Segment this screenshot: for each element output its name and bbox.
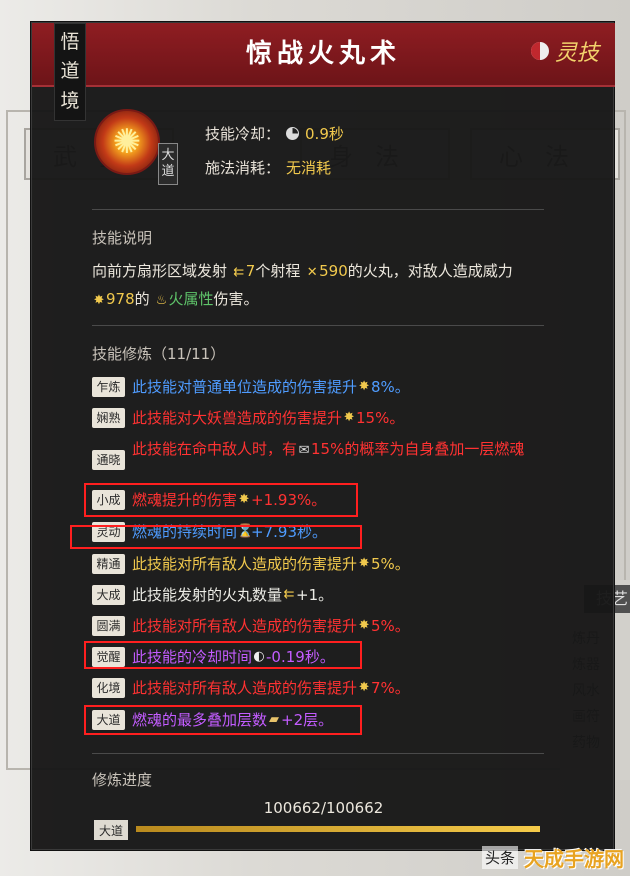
mod-tag: 精通 (92, 554, 125, 574)
highlight-box (84, 641, 362, 669)
power-icon: ✸ (358, 618, 370, 633)
scroll-icon: ✉ (298, 443, 310, 458)
progress-text: 100662/100662 (263, 799, 384, 817)
mod-text-wrap: 此技能在命中敌人时，有 ✉ 15%的概率为自身叠加一层燃魂 (132, 438, 524, 462)
cooldown-row: 技能冷却： 0.9秒 (205, 123, 344, 144)
desc-text: 个射程 (255, 262, 301, 280)
divider (92, 325, 544, 326)
realm-char: 悟 (60, 31, 80, 54)
mod-row: 圆满 此技能对所有敌人造成的伤害提升 ✸ 5%。 (92, 615, 410, 637)
mod-text: 此技能对所有敌人造成的伤害提升 (132, 555, 358, 573)
realm-char: 境 (60, 89, 80, 112)
power-icon: ✸ (343, 410, 355, 425)
desc-title: 技能说明 (92, 229, 153, 247)
divider (92, 753, 544, 754)
skill-description: 向前方扇形区域发射 ⇇ 7个射程 ✕ 590的火丸，对敌人造成威力 ✸ 978的 ♨火… (92, 258, 562, 314)
progress-bar (136, 826, 540, 832)
cost-value: 无消耗 (286, 159, 332, 177)
highlight-box (70, 525, 362, 549)
skill-type-label: 灵技 (554, 41, 599, 66)
mod-tag: 乍炼 (92, 377, 125, 397)
desc-text: 的火丸，对敌人造成威力 (347, 262, 513, 280)
desc-text: 的 (134, 290, 150, 308)
watermark: 头条 天成手游网 (481, 843, 624, 872)
desc-count: 7 (245, 262, 256, 280)
mod-value: 5%。 (371, 555, 410, 573)
progress-tag: 大道 (94, 820, 128, 840)
mods-title: 技能修炼（11/11） (92, 345, 226, 363)
progress-fill (136, 826, 540, 832)
fireball-skill-icon: ✺ (94, 109, 160, 175)
cooldown-value: 0.9秒 (305, 125, 344, 143)
desc-text: 伤害。 (213, 290, 259, 308)
grade-char: 大 (161, 148, 175, 164)
mod-value: +1。 (296, 586, 334, 604)
mod-row: 娴熟 此技能对大妖兽造成的伤害提升 ✸ 15%。 (92, 407, 404, 429)
cooldown-label: 技能冷却： (205, 125, 281, 143)
mod-tag: 圆满 (92, 616, 125, 636)
divider (92, 209, 544, 210)
mod-tag: 通晓 (92, 450, 125, 470)
cost-label: 施法消耗： (205, 159, 281, 177)
power-icon: ✸ (358, 379, 370, 394)
mod-text: 此技能对大妖兽造成的伤害提升 (132, 409, 343, 427)
highlight-box (84, 483, 358, 517)
fire-icon: ♨ (155, 293, 168, 308)
mod-value: 8%。 (371, 378, 410, 396)
mod-value: 7%。 (371, 679, 410, 697)
mod-row: 化境 此技能对所有敌人造成的伤害提升 ✸ 7%。 (92, 677, 410, 699)
mod-value: 15%。 (356, 409, 405, 427)
mod-tag: 大成 (92, 585, 125, 605)
mod-value: 15%的概率为自身叠加一层燃魂 (311, 440, 525, 458)
mod-row: 通晓 此技能在命中敌人时，有 ✉ 15%的概率为自身叠加一层燃魂 (92, 438, 532, 470)
yin-yang-icon (530, 42, 549, 60)
power-icon: ✸ (358, 556, 370, 571)
projectile-icon: ⇇ (233, 265, 245, 280)
grade-char: 道 (161, 164, 175, 179)
skill-tooltip: 惊战火丸术 悟 道 境 灵技 ✺ 大 道 技能冷却： 0.9秒 施法消耗： 无消… (31, 22, 615, 850)
desc-range: 590 (319, 262, 348, 280)
mod-row: 精通 此技能对所有敌人造成的伤害提升 ✸ 5%。 (92, 553, 410, 575)
mod-text: 此技能发射的火丸数量 (132, 586, 283, 604)
watermark-logo: 天成手游网 (524, 847, 624, 871)
grade-badge: 大 道 (158, 143, 178, 185)
cooldown-icon (286, 127, 300, 140)
mod-text: 此技能对所有敌人造成的伤害提升 (132, 617, 358, 635)
cost-row: 施法消耗： 无消耗 (205, 157, 331, 178)
mod-tag: 娴熟 (92, 408, 125, 428)
watermark-text: 头条 (481, 846, 518, 869)
highlight-box (84, 705, 362, 735)
range-icon: ✕ (306, 265, 318, 280)
skill-type-badge: 灵技 (530, 35, 599, 67)
mod-row: 乍炼 此技能对普通单位造成的伤害提升 ✸ 8%。 (92, 376, 410, 398)
projectile-icon: ⇇ (283, 587, 295, 602)
mod-row: 大成 此技能发射的火丸数量 ⇇ +1。 (92, 584, 333, 606)
realm-label: 悟 道 境 (54, 23, 86, 121)
realm-char: 道 (60, 60, 80, 83)
desc-power: 978 (106, 290, 135, 308)
mod-tag: 化境 (92, 678, 125, 698)
power-icon: ✸ (93, 293, 105, 308)
skill-title: 惊战火丸术 (245, 39, 401, 69)
desc-text: 向前方扇形区域发射 (92, 262, 228, 280)
mod-text: 此技能对所有敌人造成的伤害提升 (132, 679, 358, 697)
mod-text: 此技能对普通单位造成的伤害提升 (132, 378, 358, 396)
progress-title: 修炼进度 (92, 771, 153, 789)
power-icon: ✸ (358, 680, 370, 695)
desc-element: 火属性 (168, 290, 214, 308)
mod-text: 此技能在命中敌人时，有 (132, 440, 298, 458)
mod-value: 5%。 (371, 617, 410, 635)
